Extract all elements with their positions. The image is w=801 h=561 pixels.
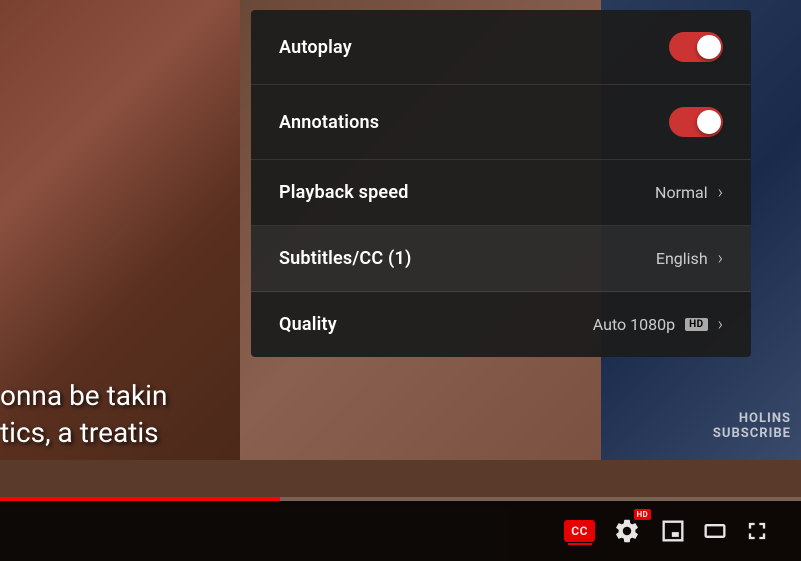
controls-bar: CC HD bbox=[0, 501, 801, 561]
playback-speed-text: Normal bbox=[655, 183, 708, 202]
settings-row-playback-speed[interactable]: Playback speed Normal › bbox=[251, 160, 751, 226]
channel-watermark: HOLINS SUBSCRIBE bbox=[713, 411, 791, 441]
settings-row-annotations[interactable]: Annotations bbox=[251, 85, 751, 160]
annotations-toggle[interactable] bbox=[669, 107, 723, 137]
annotations-toggle-thumb bbox=[697, 110, 721, 134]
autoplay-toggle-area[interactable] bbox=[669, 32, 723, 62]
subtitles-text: English bbox=[656, 249, 708, 268]
settings-gear-button[interactable]: HD bbox=[609, 513, 645, 549]
playback-speed-label: Playback speed bbox=[279, 182, 409, 203]
settings-gear-icon bbox=[613, 517, 641, 545]
subtitles-value: English › bbox=[656, 248, 723, 269]
settings-row-autoplay[interactable]: Autoplay bbox=[251, 10, 751, 85]
quality-text: Auto 1080p bbox=[593, 315, 675, 334]
annotations-toggle-area[interactable] bbox=[669, 107, 723, 137]
miniplayer-icon bbox=[659, 517, 687, 545]
annotations-toggle-track bbox=[669, 107, 723, 137]
quality-label: Quality bbox=[279, 314, 337, 335]
theater-mode-icon bbox=[701, 517, 729, 545]
gear-hd-badge: HD bbox=[634, 509, 651, 520]
playback-speed-chevron: › bbox=[718, 182, 723, 203]
subtitle-overlay: onna be takin tics, a treatis bbox=[0, 378, 167, 451]
cc-button[interactable]: CC bbox=[564, 520, 595, 542]
autoplay-toggle-track bbox=[669, 32, 723, 62]
quality-hd-badge: HD bbox=[685, 318, 708, 331]
autoplay-toggle-thumb bbox=[697, 35, 721, 59]
fullscreen-button[interactable] bbox=[743, 517, 771, 545]
settings-row-subtitles[interactable]: Subtitles/CC (1) English › bbox=[251, 226, 751, 292]
quality-value: Auto 1080p HD › bbox=[593, 314, 723, 335]
quality-chevron: › bbox=[718, 314, 723, 335]
subtitles-label: Subtitles/CC (1) bbox=[279, 248, 411, 269]
subtitles-chevron: › bbox=[718, 248, 723, 269]
settings-row-quality[interactable]: Quality Auto 1080p HD › bbox=[251, 292, 751, 357]
settings-panel: Autoplay Annotations Playback speed Norm… bbox=[251, 10, 751, 357]
miniplayer-button[interactable] bbox=[659, 517, 687, 545]
autoplay-toggle[interactable] bbox=[669, 32, 723, 62]
annotations-label: Annotations bbox=[279, 112, 379, 133]
cc-label[interactable]: CC bbox=[564, 520, 595, 542]
autoplay-label: Autoplay bbox=[279, 37, 352, 58]
fullscreen-icon bbox=[743, 517, 771, 545]
cc-underline bbox=[568, 543, 592, 545]
playback-speed-value: Normal › bbox=[655, 182, 723, 203]
theater-mode-button[interactable] bbox=[701, 517, 729, 545]
